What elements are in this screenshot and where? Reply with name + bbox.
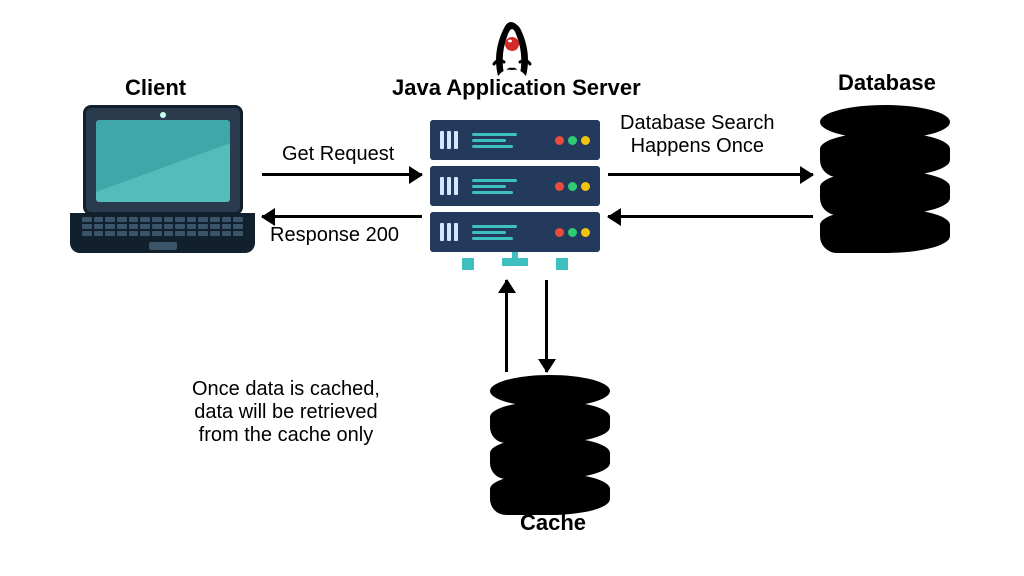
db-search-caption: Database Search Happens Once (620, 112, 775, 158)
arrow-from-cache (505, 280, 508, 372)
client-label: Client (125, 75, 186, 101)
server-label: Java Application Server (392, 75, 641, 101)
arrow-request (262, 173, 422, 176)
database-label: Database (838, 70, 936, 96)
client-laptop-icon (70, 105, 255, 265)
database-icon (820, 105, 950, 253)
cache-label: Cache (520, 510, 586, 536)
java-duke-icon (490, 18, 534, 78)
arrow-response (262, 215, 422, 218)
response-caption: Response 200 (270, 224, 399, 247)
server-stack-icon (430, 120, 600, 270)
cache-icon (490, 375, 610, 515)
request-caption: Get Request (282, 143, 394, 166)
cache-note: Once data is cached, data will be retrie… (192, 378, 380, 447)
arrow-from-db (608, 215, 813, 218)
arrow-to-cache (545, 280, 548, 372)
arrow-to-db (608, 173, 813, 176)
